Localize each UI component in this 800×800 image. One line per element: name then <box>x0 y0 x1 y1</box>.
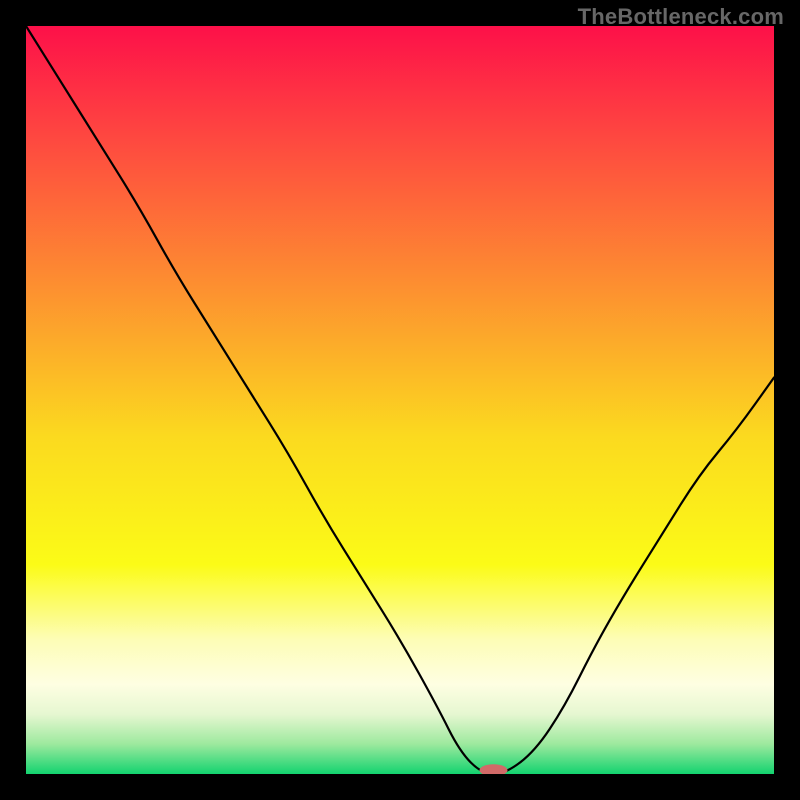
chart-frame: TheBottleneck.com <box>0 0 800 800</box>
gradient-background <box>26 26 774 774</box>
bottleneck-chart <box>26 26 774 774</box>
